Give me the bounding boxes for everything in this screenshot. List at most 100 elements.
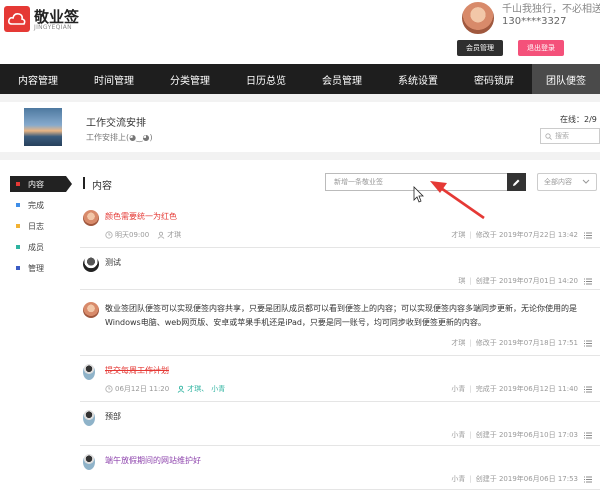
nav-item-settings[interactable]: 系统设置 — [380, 64, 456, 94]
sidebar-item-done[interactable]: 完成 — [10, 197, 66, 213]
meta-action: 修改于 2019年07月18日 17:51 — [475, 339, 578, 347]
clock-icon — [105, 231, 113, 239]
list-menu-icon[interactable] — [584, 232, 592, 239]
assignee: 才琪、 — [187, 385, 209, 393]
nav-item-lock[interactable]: 密码锁屏 — [456, 64, 532, 94]
sidebar-item-log[interactable]: 日志 — [10, 218, 66, 234]
logo-icon — [4, 6, 30, 32]
note-meta: 琪 | 创建于 2019年07月01日 14:20 — [458, 276, 592, 286]
title-accent-bar — [83, 177, 85, 189]
member-manage-button[interactable]: 会员管理 — [457, 40, 503, 56]
meta-author: 才琪 — [451, 339, 466, 347]
new-note-input[interactable]: 新增一条敬业签 — [325, 173, 508, 191]
list-menu-icon[interactable] — [584, 278, 592, 285]
meta-author: 小青 — [451, 385, 466, 393]
filter-label: 全部内容 — [544, 178, 572, 186]
sidebar-item-label: 内容 — [28, 179, 44, 189]
nav-item-calendar[interactable]: 日历总览 — [228, 64, 304, 94]
remind-time: 明天09:00 — [115, 231, 150, 239]
list-menu-icon[interactable] — [584, 340, 592, 347]
team-thumbnail — [24, 108, 62, 146]
pencil-icon — [513, 179, 520, 186]
nav-item-time[interactable]: 时间管理 — [76, 64, 152, 94]
manage-dot-icon — [16, 266, 20, 270]
chevron-down-icon — [582, 179, 590, 184]
avatar — [83, 364, 95, 380]
list-menu-icon[interactable] — [584, 386, 592, 393]
note-text: 端午放假期间的网站维护好 — [105, 456, 201, 465]
note-remind: 明天09:00 才琪 — [105, 230, 181, 240]
note-item[interactable]: 测试 琪 | 创建于 2019年07月01日 14:20 — [80, 248, 600, 290]
team-info-bar: 工作交流安排 工作安排上(◕‿◕) 在线：2/9 — [0, 102, 600, 152]
note-meta: 小青 | 完成于 2019年06月12日 11:40 — [451, 384, 592, 394]
note-text: 颜色需要统一为红色 — [105, 212, 177, 221]
note-meta: 才琪 | 修改于 2019年07月22日 13:42 — [451, 230, 592, 240]
clock-icon — [105, 385, 113, 393]
note-text: 测试 — [105, 258, 121, 267]
main-panel: 内容 完成 日志 成员 管理 内容 新增一条敬业签 全部内容 颜色需要统一为红色… — [0, 160, 600, 496]
note-text: 预部 — [105, 412, 121, 421]
meta-action: 创建于 2019年06月06日 17:53 — [475, 475, 578, 483]
meta-action: 创建于 2019年06月10日 17:03 — [475, 431, 578, 439]
content-dot-icon — [16, 182, 20, 186]
sidebar-item-content[interactable]: 内容 — [10, 176, 72, 192]
content-area: 内容 新增一条敬业签 全部内容 颜色需要统一为红色 明天09:00 才琪 才琪 |… — [80, 160, 600, 496]
log-dot-icon — [16, 224, 20, 228]
list-menu-icon[interactable] — [584, 432, 592, 439]
note-meta: 才琪 | 修改于 2019年07月18日 17:51 — [451, 338, 592, 348]
note-item[interactable]: 颜色需要统一为红色 明天09:00 才琪 才琪 | 修改于 2019年07月22日 … — [80, 200, 600, 248]
meta-author: 才琪 — [451, 231, 466, 239]
nav-item-members[interactable]: 会员管理 — [304, 64, 380, 94]
team-title: 工作交流安排 — [86, 118, 146, 129]
note-text: 敬业签团队便签可以实现便签内容共享，只要是团队成员都可以看到便签上的内容；可以实… — [105, 304, 577, 327]
meta-author: 琪 — [458, 277, 466, 285]
done-dot-icon — [16, 203, 20, 207]
user-motto: 千山我独行，不必相送 — [502, 4, 600, 15]
meta-action: 完成于 2019年06月12日 11:40 — [475, 385, 578, 393]
note-remind: 06月12日 11:20 才琪、 小青 — [105, 384, 225, 394]
user-avatar[interactable] — [460, 0, 496, 36]
content-title: 内容 — [92, 181, 112, 192]
logout-button[interactable]: 退出登录 — [518, 40, 564, 56]
note-item[interactable]: 预部 小青 | 创建于 2019年06月10日 17:03 — [80, 402, 600, 446]
user-phone: 130****3327 — [502, 16, 567, 27]
meta-action: 创建于 2019年07月01日 14:20 — [475, 277, 578, 285]
nav-item-category[interactable]: 分类管理 — [152, 64, 228, 94]
note-meta: 小青 | 创建于 2019年06月10日 17:03 — [451, 430, 592, 440]
sidebar-item-label: 成员 — [28, 242, 44, 252]
list-menu-icon[interactable] — [584, 476, 592, 483]
logo-subtitle: JINGYEQIAN — [34, 24, 72, 31]
sidebar-item-members[interactable]: 成员 — [10, 239, 66, 255]
search-icon — [545, 133, 552, 140]
avatar — [83, 210, 99, 226]
sidebar-item-label: 完成 — [28, 200, 44, 210]
note-meta: 小青 | 创建于 2019年06月06日 17:53 — [451, 474, 592, 484]
online-count: 在线：2/9 — [560, 115, 597, 124]
meta-author: 小青 — [451, 431, 466, 439]
assignee-done: 小青 — [211, 385, 226, 393]
meta-action: 修改于 2019年07月22日 13:42 — [475, 231, 578, 239]
new-note-button[interactable] — [507, 173, 526, 191]
sidebar-item-label: 管理 — [28, 263, 44, 273]
avatar — [83, 256, 99, 272]
assignee: 才琪 — [167, 231, 182, 239]
content-filter-select[interactable]: 全部内容 — [537, 173, 597, 191]
team-search-placeholder: 搜索 — [555, 132, 569, 140]
team-search-input[interactable]: 搜索 — [540, 128, 600, 144]
main-nav: 内容管理 时间管理 分类管理 日历总览 会员管理 系统设置 密码锁屏 团队便签 — [0, 64, 600, 94]
note-item[interactable]: 敬业签团队便签可以实现便签内容共享，只要是团队成员都可以看到便签上的内容；可以实… — [80, 290, 600, 356]
members-dot-icon — [16, 245, 20, 249]
sidebar-item-label: 日志 — [28, 221, 44, 231]
user-check-icon — [177, 385, 185, 393]
avatar — [83, 410, 95, 426]
team-sidebar: 内容 完成 日志 成员 管理 — [0, 160, 72, 496]
nav-item-content[interactable]: 内容管理 — [0, 64, 76, 94]
sidebar-item-manage[interactable]: 管理 — [10, 260, 66, 276]
team-description: 工作安排上(◕‿◕) — [86, 133, 153, 142]
app-header: 敬业签 JINGYEQIAN 千山我独行，不必相送 130****3327 会员… — [0, 0, 600, 64]
meta-author: 小青 — [451, 475, 466, 483]
note-item[interactable]: 端午放假期间的网站维护好 小青 | 创建于 2019年06月06日 17:53 — [80, 446, 600, 490]
remind-time: 06月12日 11:20 — [115, 385, 170, 393]
note-item[interactable]: 提交每周工作计划 06月12日 11:20 才琪、 小青 小青 | 完成于 2019… — [80, 356, 600, 402]
nav-item-team[interactable]: 团队便签 — [532, 64, 600, 94]
